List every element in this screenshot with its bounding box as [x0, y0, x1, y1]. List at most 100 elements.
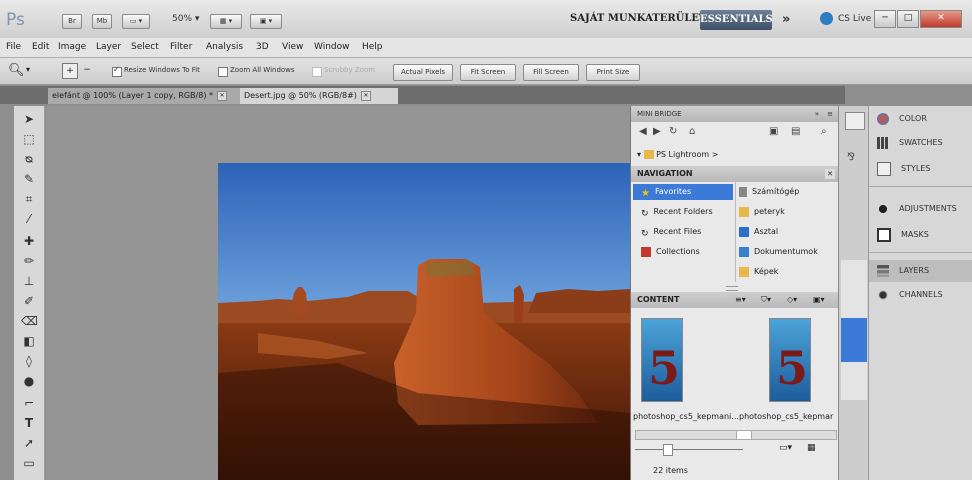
thumbnail-1[interactable]: 5	[641, 318, 683, 402]
tab-elefant[interactable]: elefánt @ 100% (Layer 1 copy, RGB/8) * ✕	[48, 88, 243, 104]
menu-file[interactable]: File	[6, 42, 21, 52]
nav-item-pictures[interactable]: Képek	[739, 265, 778, 279]
screen-mode-dropdown[interactable]: ▣ ▾	[250, 14, 282, 29]
move-tool-icon[interactable]: ➤	[21, 112, 37, 126]
quick-select-tool-icon[interactable]: ✎	[21, 172, 37, 186]
panel-masks[interactable]: MASKS	[869, 224, 972, 246]
brush-tool-icon[interactable]: ✏	[21, 254, 37, 268]
crop-tool-icon[interactable]: ⌗	[21, 192, 37, 207]
history-dock-icon[interactable]: ⅋	[847, 152, 855, 163]
minimize-button[interactable]: ─	[874, 10, 896, 28]
view-options-icon[interactable]: ▤	[791, 126, 800, 137]
search-icon[interactable]: ⌕	[821, 126, 827, 137]
arrange-documents-dropdown[interactable]: ▦ ▾	[210, 14, 242, 29]
path-bar[interactable]: ▾ PS Lightroom >	[637, 150, 718, 159]
resize-windows-checkbox[interactable]	[112, 65, 122, 77]
lasso-tool-icon[interactable]: ᴓ	[21, 152, 37, 166]
nav-item-desktop[interactable]: Asztal	[739, 225, 778, 239]
nav-item-user[interactable]: peteryk	[739, 205, 785, 219]
menu-view[interactable]: View	[282, 42, 303, 52]
shape-tool-icon[interactable]: ▭	[21, 456, 37, 470]
nav-item-recent-folders[interactable]: ↻ Recent Folders	[641, 205, 713, 219]
nav-item-computer[interactable]: Számítógép	[739, 185, 799, 199]
menu-filter[interactable]: Filter	[170, 42, 192, 52]
mini-bridge-dock-icon[interactable]	[845, 112, 865, 130]
menu-edit[interactable]: Edit	[32, 42, 49, 52]
menu-layer[interactable]: Layer	[96, 42, 121, 52]
panel-styles[interactable]: STYLES	[869, 158, 972, 180]
close-window-button[interactable]: ✕	[920, 10, 962, 28]
thumbnail-size-slider[interactable]	[635, 444, 755, 456]
zoom-all-windows-checkbox[interactable]	[218, 67, 228, 77]
close-section-icon[interactable]: ✕	[825, 169, 835, 179]
pen-tool-icon[interactable]: ⌐	[21, 396, 37, 410]
menu-analysis[interactable]: Analysis	[206, 42, 243, 52]
marquee-tool-icon[interactable]: ⬚	[21, 132, 37, 146]
history-brush-tool-icon[interactable]: ✐	[21, 294, 37, 308]
fill-screen-button[interactable]: Fill Screen	[523, 64, 579, 81]
launch-mini-bridge-button[interactable]: Mb	[92, 14, 112, 29]
view-mode-icon[interactable]: ▭▾	[779, 443, 792, 453]
nav-item-recent-files[interactable]: ↻ Recent Files	[641, 225, 701, 239]
tab-desert[interactable]: Desert.jpg @ 50% (RGB/8#) ✕	[240, 88, 398, 104]
menu-image[interactable]: Image	[58, 42, 86, 52]
nav-item-documents[interactable]: Dokumentumok	[739, 245, 818, 259]
horizontal-scrollbar[interactable]	[635, 430, 837, 440]
healing-brush-tool-icon[interactable]: ✚	[21, 234, 37, 248]
panel-color[interactable]: COLOR	[869, 108, 972, 130]
forward-arrow-icon[interactable]: ▶	[653, 126, 661, 137]
launch-bridge-button[interactable]: Br	[62, 14, 82, 29]
essentials-workspace-button[interactable]: ESSENTIALS	[700, 10, 773, 30]
custom-workspace-button[interactable]: SAJÁT MUNKATERÜLET	[570, 13, 706, 24]
clone-stamp-tool-icon[interactable]: ⊥	[21, 274, 37, 288]
path-selection-tool-icon[interactable]: ➚	[21, 436, 37, 450]
section-resize-handle[interactable]	[726, 286, 738, 291]
zoom-in-icon[interactable]: +	[62, 63, 78, 79]
fit-screen-button[interactable]: Fit Screen	[460, 64, 516, 81]
maximize-button[interactable]: □	[897, 10, 919, 28]
grid-view-icon[interactable]: ▦	[807, 443, 816, 453]
navigation-header[interactable]: NAVIGATION ✕	[631, 166, 839, 182]
panel-menu-icon[interactable]: ≡	[827, 106, 833, 122]
cs-live-dropdown[interactable]: CS Live ▾	[838, 14, 879, 24]
content-header[interactable]: CONTENT ≡▾ ⛉▾ ◇▾ ▣▾	[631, 292, 839, 308]
eyedropper-tool-icon[interactable]: ⁄	[21, 212, 37, 226]
back-arrow-icon[interactable]: ◀	[639, 126, 647, 137]
tool-preset-dropdown[interactable]: ▾	[26, 65, 30, 74]
zoom-tool-icon[interactable]: 🔍︎	[8, 63, 25, 78]
gradient-tool-icon[interactable]: ◧	[21, 334, 37, 348]
thumbnail-2[interactable]: 5	[769, 318, 811, 402]
scrollbar-thumb[interactable]	[736, 431, 752, 439]
more-workspaces-button[interactable]: »	[782, 12, 790, 27]
recent-icon[interactable]: ↻	[669, 126, 677, 137]
blur-tool-icon[interactable]: ◊	[21, 354, 37, 368]
nav-item-favorites[interactable]: ★ Favorites	[641, 185, 691, 199]
filter-icon[interactable]: ⛉▾	[761, 292, 771, 308]
type-tool-icon[interactable]: T	[21, 416, 37, 430]
go-to-bridge-icon[interactable]: ▣	[769, 126, 778, 137]
preview-icon[interactable]: ▣▾	[813, 292, 825, 308]
zoom-out-icon[interactable]: −	[80, 63, 94, 77]
panel-swatches[interactable]: SWATCHES	[869, 132, 972, 154]
dodge-tool-icon[interactable]: ●	[21, 374, 37, 388]
close-tab-icon[interactable]: ✕	[216, 90, 227, 101]
actual-pixels-button[interactable]: Actual Pixels	[393, 64, 453, 81]
panel-channels[interactable]: CHANNELS	[869, 284, 972, 306]
sort-icon[interactable]: ≡▾	[735, 292, 746, 308]
view-extras-dropdown[interactable]: ▭ ▾	[122, 14, 150, 29]
panel-layers[interactable]: LAYERS	[869, 260, 972, 282]
eraser-tool-icon[interactable]: ⌫	[21, 314, 38, 328]
slider-handle[interactable]	[663, 444, 673, 456]
nav-item-collections[interactable]: Collections	[641, 245, 700, 259]
menu-3d[interactable]: 3D	[256, 42, 269, 52]
print-size-button[interactable]: Print Size	[586, 64, 640, 81]
home-icon[interactable]: ⌂	[689, 126, 695, 137]
menu-window[interactable]: Window	[314, 42, 350, 52]
menu-select[interactable]: Select	[131, 42, 159, 52]
panel-adjustments[interactable]: ADJUSTMENTS	[869, 198, 972, 220]
close-tab-icon[interactable]: ✕	[360, 90, 371, 101]
panel-collapse-icon[interactable]: »	[815, 106, 819, 122]
tools-icon[interactable]: ◇▾	[787, 292, 797, 308]
zoom-level-dropdown[interactable]: 50% ▾	[172, 14, 199, 24]
menu-help[interactable]: Help	[362, 42, 383, 52]
